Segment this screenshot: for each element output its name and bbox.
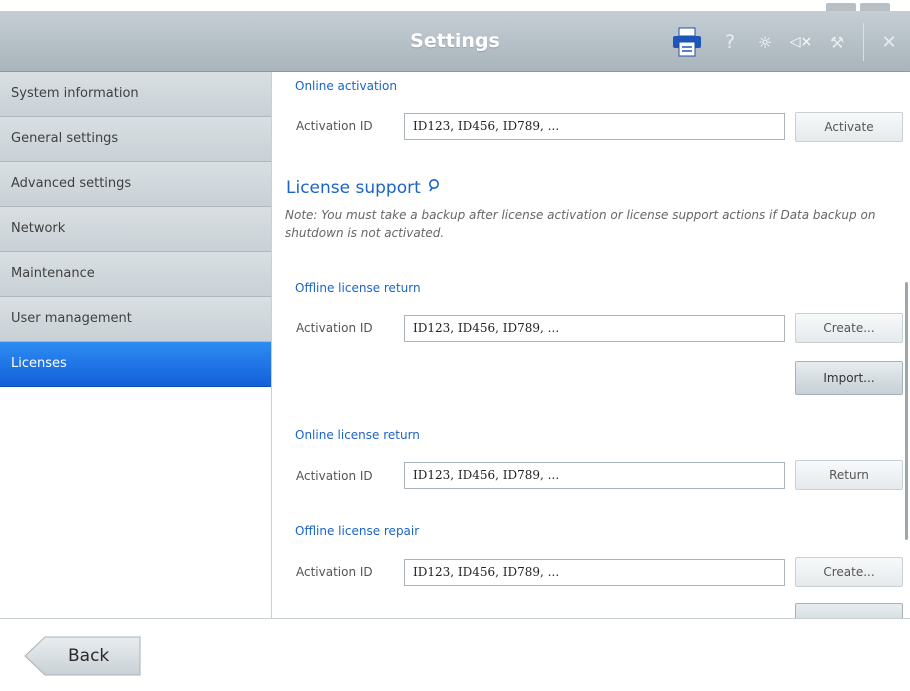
sidebar-item-licenses[interactable]: Licenses bbox=[0, 342, 271, 387]
bottom-bar: Back bbox=[0, 618, 910, 691]
sidebar-item-maintenance[interactable]: Maintenance bbox=[0, 252, 271, 297]
licenses-panel: Online activation Activation ID ID123, I… bbox=[272, 72, 910, 618]
title-bar: Settings ? ☼ ◁× ⚒ ✕ bbox=[0, 11, 910, 72]
sidebar-item-system-information[interactable]: System information bbox=[0, 72, 271, 117]
sidebar-item-label: User management bbox=[11, 311, 132, 326]
brightness-icon[interactable]: ☼ bbox=[752, 29, 778, 55]
window-top-strip bbox=[0, 0, 910, 11]
activation-id-label: Activation ID bbox=[296, 119, 373, 133]
sidebar-item-general-settings[interactable]: General settings bbox=[0, 117, 271, 162]
offline-return-id-field[interactable]: ID123, ID456, ID789, ... bbox=[404, 315, 785, 342]
header-divider bbox=[863, 23, 864, 61]
sidebar-item-label: Maintenance bbox=[11, 266, 95, 281]
offline-repair-create-button[interactable]: Create... bbox=[795, 557, 903, 587]
close-icon[interactable]: ✕ bbox=[876, 29, 902, 55]
window-tab bbox=[860, 3, 890, 11]
activate-button[interactable]: Activate bbox=[795, 112, 903, 142]
back-button[interactable]: Back bbox=[24, 636, 142, 676]
sidebar-item-label: Network bbox=[11, 221, 66, 236]
offline-repair-import-button-partial[interactable] bbox=[795, 603, 903, 618]
sidebar-item-network[interactable]: Network bbox=[0, 207, 271, 252]
sidebar-item-label: Licenses bbox=[11, 356, 67, 371]
sidebar-item-label: General settings bbox=[11, 131, 119, 146]
wrench-icon[interactable]: ⚒ bbox=[824, 29, 850, 55]
import-button[interactable]: Import... bbox=[795, 361, 903, 395]
online-activation-id-field[interactable]: ID123, ID456, ID789, ... bbox=[404, 113, 785, 140]
sidebar-item-user-management[interactable]: User management bbox=[0, 297, 271, 342]
refresh-icon[interactable] bbox=[427, 178, 441, 192]
help-icon[interactable]: ? bbox=[718, 29, 742, 55]
offline-license-repair-heading: Offline license repair bbox=[295, 524, 420, 538]
mute-icon[interactable]: ◁× bbox=[786, 29, 816, 55]
online-license-return-heading: Online license return bbox=[295, 428, 420, 442]
online-return-id-field[interactable]: ID123, ID456, ID789, ... bbox=[404, 462, 785, 489]
sidebar: System information General settings Adva… bbox=[0, 72, 272, 618]
license-support-note: Note: You must take a backup after licen… bbox=[285, 208, 876, 240]
offline-license-return-heading: Offline license return bbox=[295, 281, 421, 295]
online-activation-heading: Online activation bbox=[295, 79, 397, 93]
activation-id-label: Activation ID bbox=[296, 321, 373, 335]
return-button[interactable]: Return bbox=[795, 460, 903, 490]
sidebar-item-label: System information bbox=[11, 86, 139, 101]
offline-repair-id-field[interactable]: ID123, ID456, ID789, ... bbox=[404, 559, 785, 586]
sidebar-item-advanced-settings[interactable]: Advanced settings bbox=[0, 162, 271, 207]
content-scrollbar[interactable] bbox=[905, 282, 908, 540]
sidebar-item-label: Advanced settings bbox=[11, 176, 132, 191]
printer-icon[interactable] bbox=[670, 27, 704, 57]
activation-id-label: Activation ID bbox=[296, 565, 373, 579]
back-button-label: Back bbox=[68, 646, 110, 666]
license-support-title: License support bbox=[286, 178, 441, 198]
window-tab bbox=[826, 3, 856, 11]
activation-id-label: Activation ID bbox=[296, 469, 373, 483]
license-support-title-text: License support bbox=[286, 178, 421, 198]
offline-return-create-button[interactable]: Create... bbox=[795, 313, 903, 343]
